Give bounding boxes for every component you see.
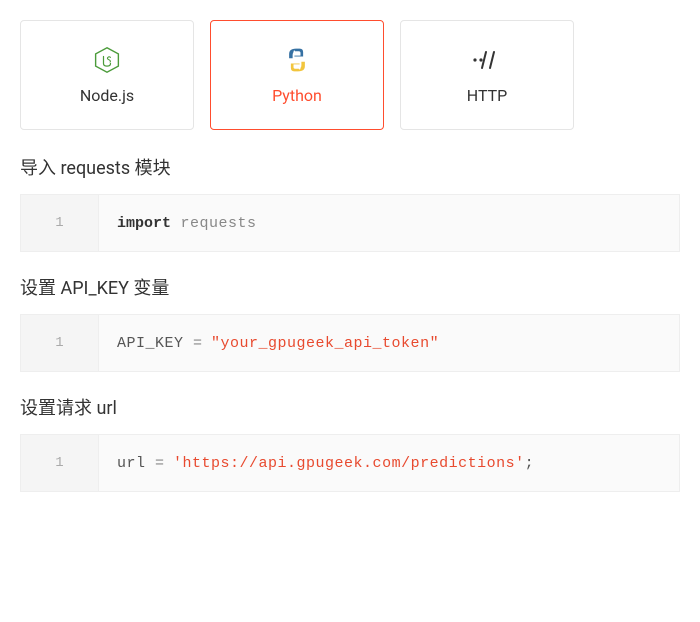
code-line-number: 1 bbox=[21, 315, 99, 371]
code-block-apikey: 1 API_KEY = "your_gpugeek_api_token" bbox=[20, 314, 680, 372]
code-keyword: import bbox=[117, 215, 171, 232]
code-text: requests bbox=[171, 215, 257, 232]
language-tabs: Node.js Python HTTP bbox=[20, 20, 680, 130]
code-identifier: API_KEY bbox=[117, 335, 193, 352]
code-block-import: 1 import requests bbox=[20, 194, 680, 252]
tab-label: Python bbox=[272, 86, 322, 105]
tab-http[interactable]: HTTP bbox=[400, 20, 574, 130]
code-string: 'https://api.gpugeek.com/predictions' bbox=[173, 455, 525, 472]
code-line-number: 1 bbox=[21, 435, 99, 491]
tab-label: Node.js bbox=[80, 86, 134, 105]
python-icon bbox=[283, 46, 311, 74]
section-heading-url: 设置请求 url bbox=[20, 394, 680, 420]
tab-label: HTTP bbox=[467, 86, 508, 105]
tab-nodejs[interactable]: Node.js bbox=[20, 20, 194, 130]
code-line: url = 'https://api.gpugeek.com/predictio… bbox=[99, 435, 679, 491]
code-line-number: 1 bbox=[21, 195, 99, 251]
section-heading-apikey: 设置 API_KEY 变量 bbox=[20, 274, 680, 300]
code-string: "your_gpugeek_api_token" bbox=[211, 335, 439, 352]
code-operator: = bbox=[155, 455, 173, 472]
http-icon bbox=[470, 46, 504, 74]
code-line: import requests bbox=[99, 195, 679, 251]
nodejs-icon bbox=[93, 46, 121, 74]
section-heading-import: 导入 requests 模块 bbox=[20, 154, 680, 180]
code-line: API_KEY = "your_gpugeek_api_token" bbox=[99, 315, 679, 371]
code-identifier: url bbox=[117, 455, 155, 472]
code-operator: = bbox=[193, 335, 211, 352]
code-punctuation: ; bbox=[525, 455, 534, 472]
code-block-url: 1 url = 'https://api.gpugeek.com/predict… bbox=[20, 434, 680, 492]
tab-python[interactable]: Python bbox=[210, 20, 384, 130]
